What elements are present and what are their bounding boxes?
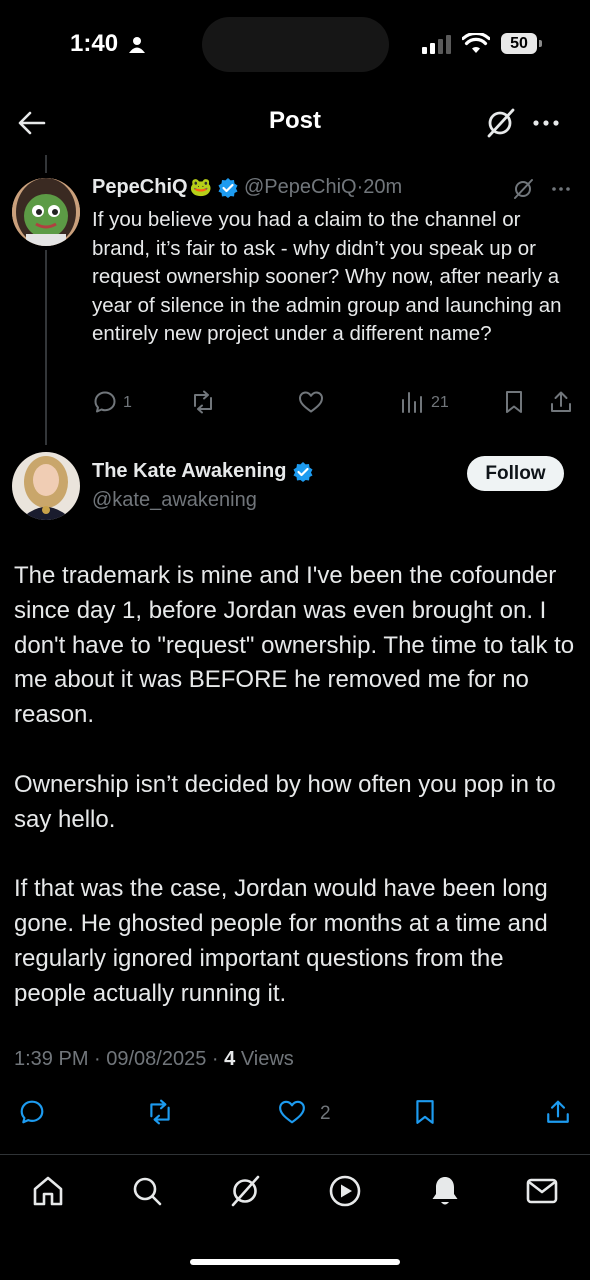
- main-handle-row: @kate_awakening: [92, 489, 257, 512]
- separator: ·: [356, 176, 364, 198]
- wifi-icon: [462, 33, 490, 53]
- main-post-text: The trademark is mine and I've been the …: [14, 559, 579, 1046]
- views-count: 4: [224, 1048, 236, 1070]
- top-bar: Post: [0, 95, 590, 151]
- parent-author-row: PepeChiQ 🐸 @PepeChiQ · 20m: [92, 176, 402, 199]
- battery-nub: [539, 40, 542, 47]
- follow-button[interactable]: Follow: [467, 456, 564, 491]
- post-age: 20m: [363, 176, 403, 198]
- views-icon[interactable]: [400, 390, 424, 414]
- author-handle[interactable]: @kate_awakening: [92, 489, 257, 512]
- view-count: 21: [431, 394, 449, 411]
- dynamic-island: [202, 17, 389, 72]
- video-icon[interactable]: [328, 1174, 362, 1208]
- battery-indicator: 50: [501, 33, 537, 54]
- reply-count: 1: [123, 394, 132, 411]
- author-handle[interactable]: @PepeChiQ: [244, 176, 357, 199]
- like-icon[interactable]: [298, 390, 324, 414]
- frog-emoji: 🐸: [189, 177, 212, 197]
- share-icon[interactable]: [545, 1099, 571, 1125]
- repost-icon[interactable]: [146, 1099, 174, 1125]
- repost-icon[interactable]: [190, 390, 216, 414]
- post-metadata: 1:39 PM · 09/08/2025 · 4 Views: [14, 1048, 294, 1071]
- notifications-icon[interactable]: [428, 1174, 462, 1208]
- reply-icon[interactable]: [19, 1099, 45, 1125]
- verified-badge-icon: [218, 177, 238, 198]
- verified-badge-icon: [293, 461, 312, 482]
- grok-icon[interactable]: [228, 1174, 262, 1208]
- thread-line: [45, 250, 47, 445]
- messages-icon[interactable]: [525, 1174, 559, 1208]
- post-paragraph: The trademark is mine and I've been the …: [14, 562, 575, 729]
- bookmark-icon[interactable]: [503, 390, 525, 414]
- bookmark-icon[interactable]: [413, 1099, 437, 1125]
- home-icon[interactable]: [31, 1174, 65, 1208]
- post-paragraph: Ownership isn’t decided by how often you…: [14, 770, 556, 833]
- main-author-row: The Kate Awakening: [92, 460, 319, 483]
- post-paragraph: If that was the case, Jordan would have …: [14, 875, 548, 1007]
- views-label: Views: [235, 1048, 294, 1070]
- more-icon[interactable]: [550, 178, 572, 200]
- author-name[interactable]: The Kate Awakening: [92, 460, 287, 483]
- search-icon[interactable]: [130, 1174, 164, 1208]
- status-time: 1:40: [70, 30, 119, 57]
- parent-post-text: If you believe you had a claim to the ch…: [92, 208, 562, 346]
- grok-icon[interactable]: [512, 178, 534, 200]
- like-count: 2: [320, 1103, 331, 1124]
- grok-icon[interactable]: [484, 107, 516, 139]
- avatar[interactable]: [12, 178, 80, 246]
- person-icon: [129, 37, 145, 53]
- more-icon[interactable]: [530, 107, 562, 139]
- post-timestamp: 1:39 PM · 09/08/2025 ·: [14, 1048, 225, 1070]
- thread-line: [45, 155, 47, 173]
- like-icon[interactable]: [278, 1099, 306, 1125]
- cellular-signal-icon: [422, 35, 451, 54]
- avatar[interactable]: [12, 452, 80, 520]
- author-name[interactable]: PepeChiQ: [92, 176, 188, 199]
- reply-icon[interactable]: [93, 390, 117, 414]
- share-icon[interactable]: [549, 390, 573, 414]
- home-indicator: [190, 1259, 400, 1265]
- status-bar: 1:40 50: [0, 0, 590, 90]
